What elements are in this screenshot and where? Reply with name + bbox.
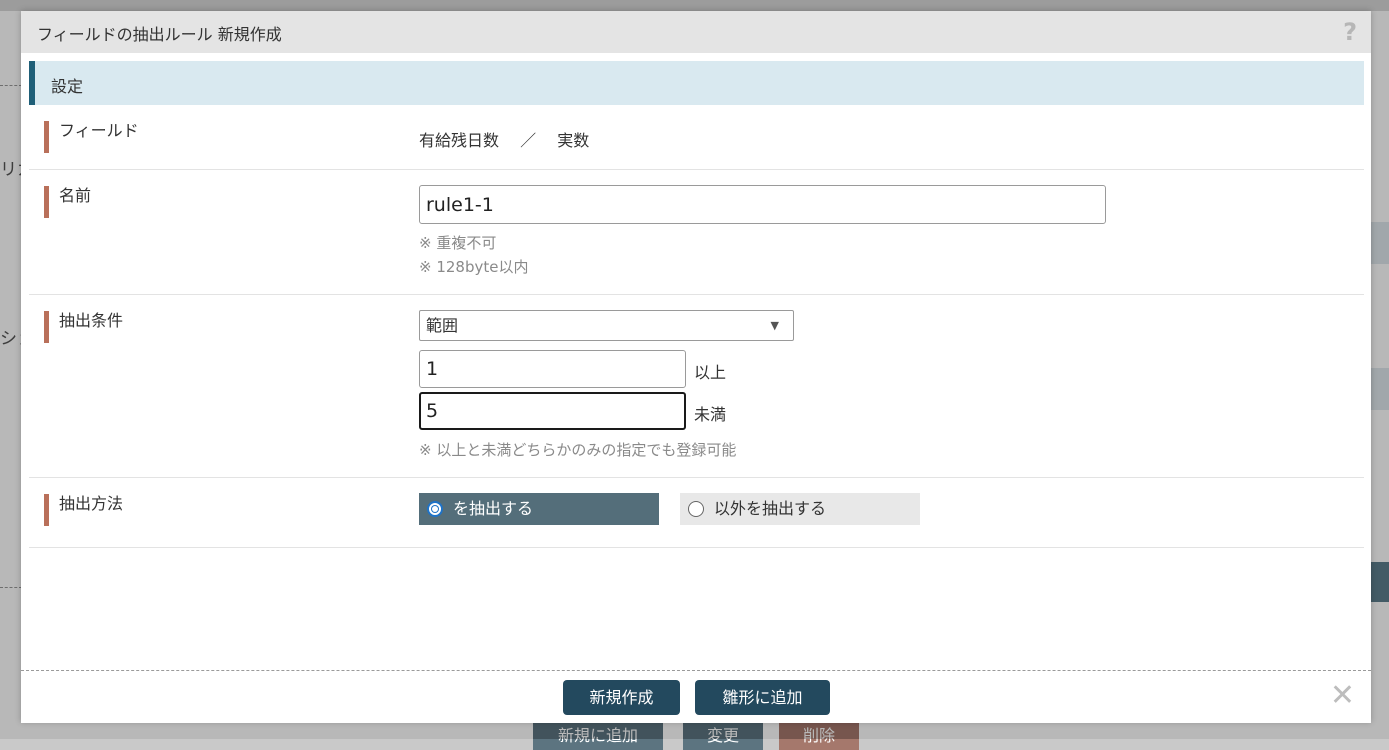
max-unit: 未満	[694, 405, 727, 424]
dialog-title: フィールドの抽出ルール 新規作成	[37, 25, 282, 44]
name-row: 名前 ※ 重複不可 ※ 128byte以内	[29, 170, 1364, 295]
field-separator: ／	[520, 131, 537, 150]
help-icon[interactable]: ?	[1343, 18, 1357, 46]
condition-label: 抽出条件	[44, 311, 123, 343]
field-name: 有給残日数	[419, 131, 500, 150]
radio-extract[interactable]: を抽出する	[419, 493, 659, 525]
min-unit: 以上	[694, 363, 727, 382]
chevron-down-icon: ▼	[770, 319, 779, 332]
field-row: フィールド 有給残日数 ／ 実数	[29, 105, 1364, 170]
condition-select[interactable]: 範囲 ▼	[419, 310, 794, 341]
radio-extract-label: を抽出する	[453, 499, 534, 518]
radio-exclude[interactable]: 以外を抽出する	[680, 493, 920, 525]
condition-note: ※ 以上と未満どちらかのみの指定でも登録可能	[419, 441, 737, 459]
radio-unselected-icon[interactable]	[688, 501, 704, 517]
method-row: 抽出方法 を抽出する 以外を抽出する	[29, 478, 1364, 548]
dialog-header: フィールドの抽出ルール 新規作成 ?	[21, 11, 1371, 53]
method-label: 抽出方法	[44, 494, 123, 526]
name-input[interactable]	[419, 185, 1106, 224]
min-value-input[interactable]	[419, 350, 686, 388]
field-type: 実数	[557, 131, 590, 150]
condition-selected: 範囲	[426, 316, 459, 335]
name-label: 名前	[44, 186, 91, 218]
name-note-unique: ※ 重複不可	[419, 234, 497, 252]
field-label: フィールド	[44, 121, 139, 153]
settings-section-header: 設定	[29, 61, 1364, 105]
close-icon[interactable]: ✕	[1330, 681, 1355, 711]
rule-dialog: フィールドの抽出ルール 新規作成 ? 設定 フィールド 有給残日数 ／ 実数 名…	[21, 11, 1371, 723]
section-title: 設定	[51, 77, 84, 96]
dialog-footer: 新規作成 雛形に追加 ✕	[21, 670, 1371, 723]
create-button[interactable]: 新規作成	[563, 680, 680, 715]
add-template-button[interactable]: 雛形に追加	[695, 680, 830, 715]
radio-selected-icon[interactable]	[427, 501, 443, 517]
condition-row: 抽出条件 範囲 ▼ 以上 未満 ※ 以上と未満どちらかのみの指定でも登録可能	[29, 295, 1364, 478]
field-value: 有給残日数 ／ 実数	[419, 127, 589, 151]
max-value-input[interactable]	[419, 392, 686, 430]
radio-exclude-label: 以外を抽出する	[714, 499, 827, 518]
name-note-length: ※ 128byte以内	[419, 258, 529, 276]
